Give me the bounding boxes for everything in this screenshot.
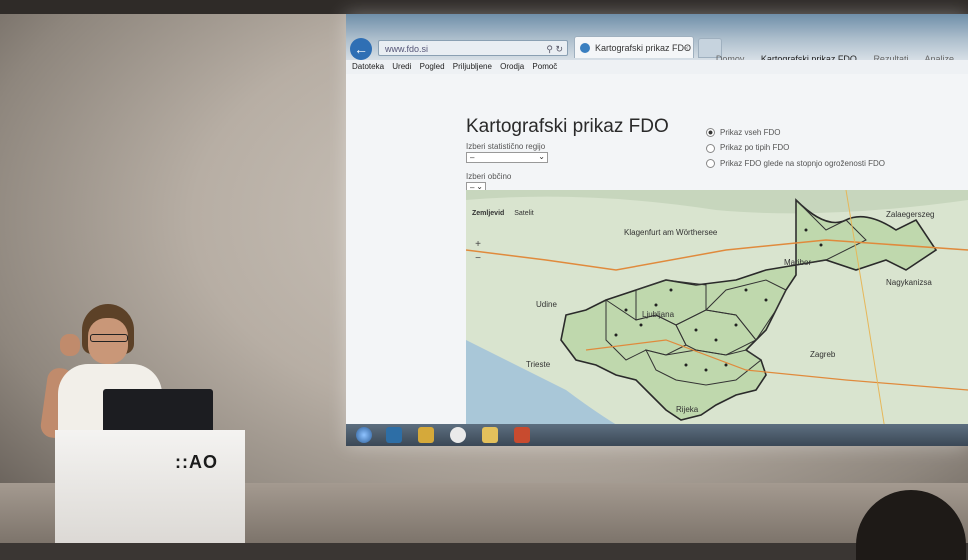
- radio-button[interactable]: [706, 143, 715, 153]
- laptop: [103, 389, 213, 433]
- presenter-hand: [60, 334, 80, 356]
- browser-tab[interactable]: Kartografski prikaz FDO | CRP ×: [574, 36, 694, 58]
- chevron-down-icon: ⌄: [538, 152, 545, 161]
- radio-button-selected[interactable]: [706, 128, 715, 138]
- map-city-label: Klagenfurt am Wörthersee: [624, 228, 718, 237]
- menu-pogled[interactable]: Pogled: [420, 60, 445, 74]
- region-label: Izberi statistično regijo: [466, 142, 546, 151]
- menu-orodja[interactable]: Orodja: [500, 60, 524, 74]
- menu-pomoc[interactable]: Pomoč: [532, 60, 557, 74]
- zoom-in-button[interactable]: +: [472, 238, 484, 252]
- radio-label: Prikaz vseh FDO: [720, 128, 781, 137]
- radio-all-fdo[interactable]: Prikaz vseh FDO: [706, 128, 885, 138]
- search-refresh-icon[interactable]: ⚲ ↻: [546, 41, 563, 57]
- browser-menubar: Datoteka Uredi Pogled Priljubljene Orodj…: [346, 60, 968, 74]
- radio-by-threat[interactable]: Prikaz FDO glede na stopnjo ogroženosti …: [706, 158, 885, 169]
- address-bar[interactable]: www.fdo.si ⚲ ↻: [378, 40, 568, 56]
- map-city-label: Rijeka: [676, 405, 699, 414]
- ceiling: [0, 0, 968, 14]
- windows-taskbar: [346, 424, 968, 446]
- browser-icon[interactable]: [450, 427, 466, 443]
- menu-priljubljene[interactable]: Priljubljene: [453, 60, 492, 74]
- radio-by-type[interactable]: Prikaz po tipih FDO: [706, 143, 885, 153]
- radio-label: Prikaz FDO glede na stopnjo ogroženosti …: [720, 158, 885, 168]
- start-button-icon[interactable]: [356, 427, 372, 443]
- municipality-label: Izberi občino: [466, 172, 512, 181]
- radio-button[interactable]: [706, 159, 715, 169]
- address-text: www.fdo.si: [385, 44, 429, 54]
- presenter-glasses: [90, 334, 128, 342]
- region-select-value: –: [470, 153, 475, 162]
- zoom-out-button[interactable]: −: [472, 252, 484, 266]
- map-city-label: Nagykanizsa: [886, 278, 932, 287]
- folder-icon[interactable]: [418, 427, 434, 443]
- map-city-label: Maribor: [784, 258, 812, 267]
- browser-titlebar: ← www.fdo.si ⚲ ↻ Kartografski prikaz FDO…: [346, 14, 968, 64]
- map-widget[interactable]: Zemljevid Satelit + − Klagenfurt am Wört…: [466, 190, 968, 436]
- menu-datoteka[interactable]: Datoteka: [352, 60, 384, 74]
- projected-screen: ← www.fdo.si ⚲ ↻ Kartografski prikaz FDO…: [346, 14, 968, 446]
- region-select[interactable]: – ⌄: [466, 152, 548, 163]
- map-city-label: Udine: [536, 300, 557, 309]
- tab-title: Kartografski prikaz FDO | CRP: [595, 43, 693, 53]
- explorer-icon[interactable]: [482, 427, 498, 443]
- display-mode-radios: Prikaz vseh FDO Prikaz po tipih FDO Prik…: [706, 128, 885, 174]
- map-city-label: Zagreb: [810, 350, 836, 359]
- map-city-label: Ljubljana: [642, 310, 675, 319]
- powerpoint-icon[interactable]: [514, 427, 530, 443]
- tab-zemljevid[interactable]: Zemljevid: [472, 210, 504, 217]
- media-player-icon[interactable]: [386, 427, 402, 443]
- back-arrow-icon[interactable]: ←: [350, 38, 372, 60]
- menu-uredi[interactable]: Uredi: [392, 60, 411, 74]
- map-city-label: Trieste: [526, 360, 551, 369]
- map-canvas[interactable]: [466, 190, 968, 436]
- close-tab-icon[interactable]: ×: [684, 37, 689, 58]
- map-zoom-control: + −: [472, 238, 484, 266]
- page-title: Kartografski prikaz FDO: [466, 116, 669, 137]
- map-city-label: Zalaegerszeg: [886, 210, 935, 219]
- podium: ::AO: [55, 430, 245, 543]
- tab-satelit[interactable]: Satelit: [514, 210, 533, 217]
- podium-logo: ::AO: [175, 452, 218, 472]
- site-favicon-icon: [580, 43, 590, 53]
- map-type-tabs: Zemljevid Satelit: [472, 210, 542, 217]
- radio-label: Prikaz po tipih FDO: [720, 143, 790, 153]
